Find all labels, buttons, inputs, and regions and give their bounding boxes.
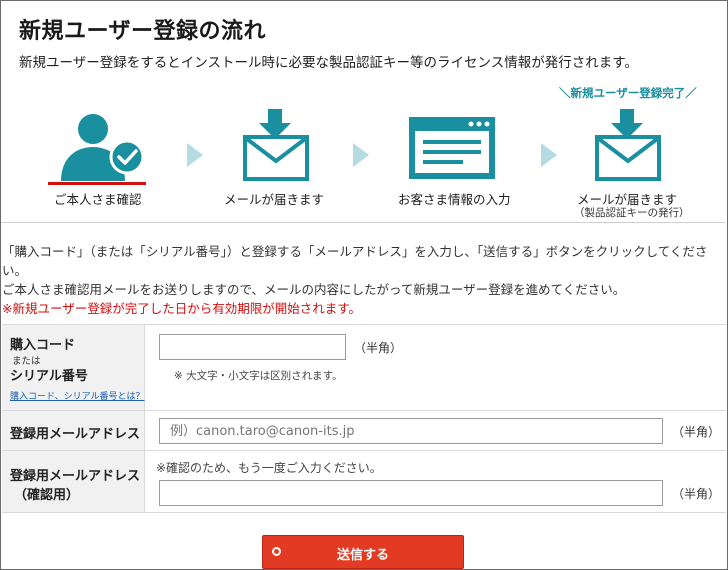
email-confirm-row: 登録用メールアドレス （確認用） ※確認のため、もう一度ご入力ください。 （半角… [2, 451, 726, 513]
email-input[interactable] [159, 418, 663, 444]
step-mail-received [243, 109, 309, 181]
email-confirm-unit: （半角） [672, 487, 721, 501]
email-confirm-input[interactable] [159, 480, 663, 506]
current-step-indicator [48, 182, 146, 185]
serial-number-label: シリアル番号 [10, 369, 88, 384]
step-identity-check [59, 109, 149, 181]
email-confirm-label: 登録用メールアドレス [10, 469, 141, 484]
email-label: 登録用メールアドレス [10, 427, 141, 442]
instruction-line: 「購入コード」（または「シリアル番号」）と登録する「メールアドレス」を入力し、「… [2, 244, 708, 278]
mail-arrow-icon [595, 109, 661, 181]
instruction-line: ご本人さま確認用メールをお送りしますので、メールの内容にしたがって新規ユーザー登… [2, 282, 626, 297]
registration-flow-panel: 新規ユーザー登録の流れ 新規ユーザー登録をするとインストール時に必要な製品認証キ… [1, 1, 725, 223]
registration-form: 購入コード または シリアル番号 購入コード、シリアル番号とは？ （半角） ※ … [2, 324, 726, 513]
submit-button-label: 送信する [336, 548, 389, 563]
registration-complete-label: ＼新規ユーザー登録完了／ [559, 86, 697, 100]
purchase-code-unit: （半角） [354, 341, 403, 355]
email-label-cell: 登録用メールアドレス [2, 411, 145, 450]
flow-title: 新規ユーザー登録の流れ [19, 19, 267, 44]
email-confirm-label-cell: 登録用メールアドレス （確認用） [2, 451, 145, 512]
browser-form-icon [409, 117, 495, 179]
purchase-code-label-cell: 購入コード または シリアル番号 購入コード、シリアル番号とは？ [2, 325, 145, 410]
email-confirm-note: ※確認のため、もう一度ご入力ください。 [156, 461, 382, 475]
instructions: 「購入コード」（または「シリアル番号」）と登録する「メールアドレス」を入力し、「… [2, 242, 726, 318]
case-sensitive-hint: ※ 大文字・小文字は区別されます。 [174, 370, 343, 382]
step-customer-info [409, 117, 495, 179]
step-sublabel-license-key: （製品認証キーの発行） [574, 207, 690, 219]
flow-description: 新規ユーザー登録をするとインストール時に必要な製品認証キー等のライセンス情報が発… [19, 55, 638, 71]
step-arrow-icon [353, 143, 369, 167]
mail-arrow-icon [243, 109, 309, 181]
step-label-customer-info: お客さま情報の入力 [398, 192, 511, 207]
expiration-notice: ※新規ユーザー登録が完了した日から有効期限が開始されます。 [2, 301, 361, 316]
step-label-mail-received: メールが届きます [224, 192, 325, 207]
step-arrow-icon [541, 143, 557, 167]
purchase-code-input[interactable] [159, 334, 346, 360]
step-arrow-icon [187, 143, 203, 167]
email-unit: （半角） [672, 425, 721, 439]
email-row: 登録用メールアドレス （半角） [2, 411, 726, 451]
user-check-icon [61, 114, 145, 181]
purchase-code-label: 購入コード [10, 338, 76, 353]
step-label-identity-check: ご本人さま確認 [54, 192, 142, 207]
email-confirm-sublabel: （確認用） [14, 488, 80, 503]
purchase-code-help-link[interactable]: 購入コード、シリアル番号とは？ [10, 389, 145, 402]
step-mail-license-key [595, 109, 661, 181]
submit-button[interactable]: 送信する [262, 535, 464, 569]
purchase-code-row: 購入コード または シリアル番号 購入コード、シリアル番号とは？ （半角） ※ … [2, 325, 726, 411]
